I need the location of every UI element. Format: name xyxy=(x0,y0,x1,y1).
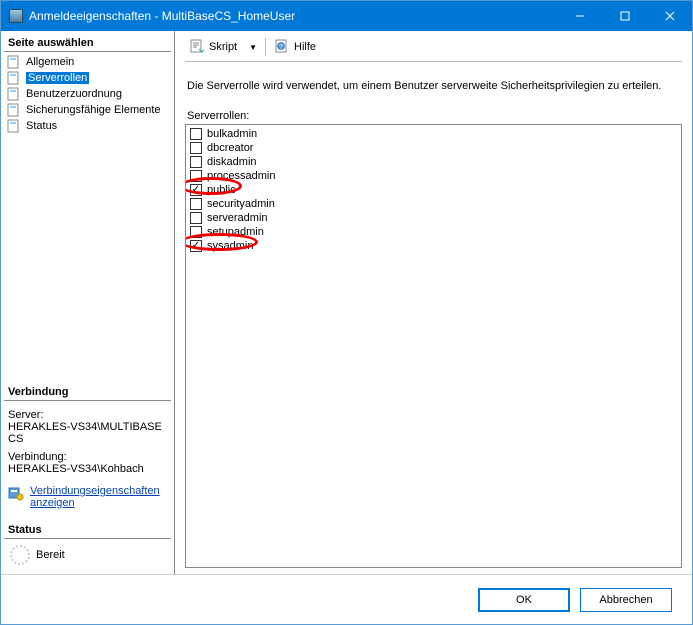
sidebar-item-label: Status xyxy=(26,120,57,132)
main-panel: Skript ▼ ? Hilfe Die Serverrolle wird ve… xyxy=(175,31,692,574)
role-name: processadmin xyxy=(207,169,275,183)
role-checkbox-diskadmin[interactable] xyxy=(190,156,202,168)
connection-header: Verbindung xyxy=(4,383,171,401)
role-checkbox-serveradmin[interactable] xyxy=(190,212,202,224)
role-row-public: public xyxy=(190,183,677,197)
role-name: setupadmin xyxy=(207,225,264,239)
window-controls xyxy=(557,1,692,31)
role-row-bulkadmin: bulkadmin xyxy=(190,127,677,141)
app-icon xyxy=(9,9,23,23)
role-row-setupadmin: setupadmin xyxy=(190,225,677,239)
sidebar-item-allgemein[interactable]: Allgemein xyxy=(4,54,171,70)
roles-label: Serverrollen: xyxy=(187,110,680,122)
role-name: securityadmin xyxy=(207,197,275,211)
role-checkbox-processadmin[interactable] xyxy=(190,170,202,182)
server-label: Server: xyxy=(8,409,167,421)
page-description: Die Serverrolle wird verwendet, um einem… xyxy=(187,80,680,92)
select-page-header: Seite auswählen xyxy=(4,34,171,52)
content: Seite auswählen Allgemein Serverrollen Ben… xyxy=(1,31,692,574)
conn-value: HERAKLES-VS34\Kohbach xyxy=(8,463,167,475)
role-checkbox-dbcreator[interactable] xyxy=(190,142,202,154)
sidebar-item-sicherungsfähige-elemente[interactable]: Sicherungsfähige Elemente xyxy=(4,102,171,118)
sidebar-item-status[interactable]: Status xyxy=(4,118,171,134)
page-icon xyxy=(6,55,22,69)
close-button[interactable] xyxy=(647,1,692,31)
page-nav-list: Allgemein Serverrollen Benutzerzuordnung Si… xyxy=(4,52,171,138)
script-button[interactable]: Skript xyxy=(185,37,241,57)
role-checkbox-public[interactable] xyxy=(190,184,202,196)
properties-icon xyxy=(8,485,24,501)
role-name: dbcreator xyxy=(207,141,253,155)
sidebar-item-label: Serverrollen xyxy=(26,72,89,84)
dialog-footer: OK Abbrechen xyxy=(1,574,692,624)
page-icon xyxy=(6,119,22,133)
page-icon xyxy=(6,103,22,117)
role-name: diskadmin xyxy=(207,155,257,169)
help-label: Hilfe xyxy=(294,41,316,53)
role-row-serveradmin: serveradmin xyxy=(190,211,677,225)
role-name: sysadmin xyxy=(207,239,253,253)
help-button[interactable]: ? Hilfe xyxy=(270,37,320,57)
connection-block: Server: HERAKLES-VS34\MULTIBASECS Verbin… xyxy=(4,401,171,511)
role-checkbox-setupadmin[interactable] xyxy=(190,226,202,238)
svg-text:?: ? xyxy=(279,44,283,51)
sidebar-item-benutzerzuordnung[interactable]: Benutzerzuordnung xyxy=(4,86,171,102)
role-row-processadmin: processadmin xyxy=(190,169,677,183)
conn-label: Verbindung: xyxy=(8,451,167,463)
cancel-button[interactable]: Abbrechen xyxy=(580,588,672,612)
status-text: Bereit xyxy=(36,549,65,561)
role-row-dbcreator: dbcreator xyxy=(190,141,677,155)
status-header: Status xyxy=(4,521,171,539)
status-row: Bereit xyxy=(4,539,171,571)
status-spinner-icon xyxy=(10,545,30,565)
script-dropdown-arrow[interactable]: ▼ xyxy=(245,43,261,52)
role-name: serveradmin xyxy=(207,211,268,225)
sidebar-item-label: Sicherungsfähige Elemente xyxy=(26,104,161,116)
help-icon: ? xyxy=(274,39,290,55)
sidebar-item-label: Allgemein xyxy=(26,56,74,68)
sidebar-item-label: Benutzerzuordnung xyxy=(26,88,122,100)
window-title: Anmeldeeigenschaften - MultiBaseCS_HomeU… xyxy=(29,9,557,23)
role-row-sysadmin: sysadmin xyxy=(190,239,677,253)
sidebar: Seite auswählen Allgemein Serverrollen Ben… xyxy=(1,31,175,574)
titlebar: Anmeldeeigenschaften - MultiBaseCS_HomeU… xyxy=(1,1,692,31)
minimize-button[interactable] xyxy=(557,1,602,31)
role-name: bulkadmin xyxy=(207,127,257,141)
script-label: Skript xyxy=(209,41,237,53)
role-checkbox-securityadmin[interactable] xyxy=(190,198,202,210)
page-icon xyxy=(6,87,22,101)
role-row-securityadmin: securityadmin xyxy=(190,197,677,211)
role-name: public xyxy=(207,183,236,197)
connection-properties-link[interactable]: Verbindungseigenschaften anzeigen xyxy=(30,485,167,509)
server-roles-list: bulkadmindbcreatordiskadminprocessadminp… xyxy=(185,124,682,568)
role-row-diskadmin: diskadmin xyxy=(190,155,677,169)
toolbar: Skript ▼ ? Hilfe xyxy=(185,37,682,62)
script-icon xyxy=(189,39,205,55)
sidebar-item-serverrollen[interactable]: Serverrollen xyxy=(4,70,171,86)
server-value: HERAKLES-VS34\MULTIBASECS xyxy=(8,421,167,445)
maximize-button[interactable] xyxy=(602,1,647,31)
page-icon xyxy=(6,71,22,85)
role-checkbox-sysadmin[interactable] xyxy=(190,240,202,252)
role-checkbox-bulkadmin[interactable] xyxy=(190,128,202,140)
ok-button[interactable]: OK xyxy=(478,588,570,612)
